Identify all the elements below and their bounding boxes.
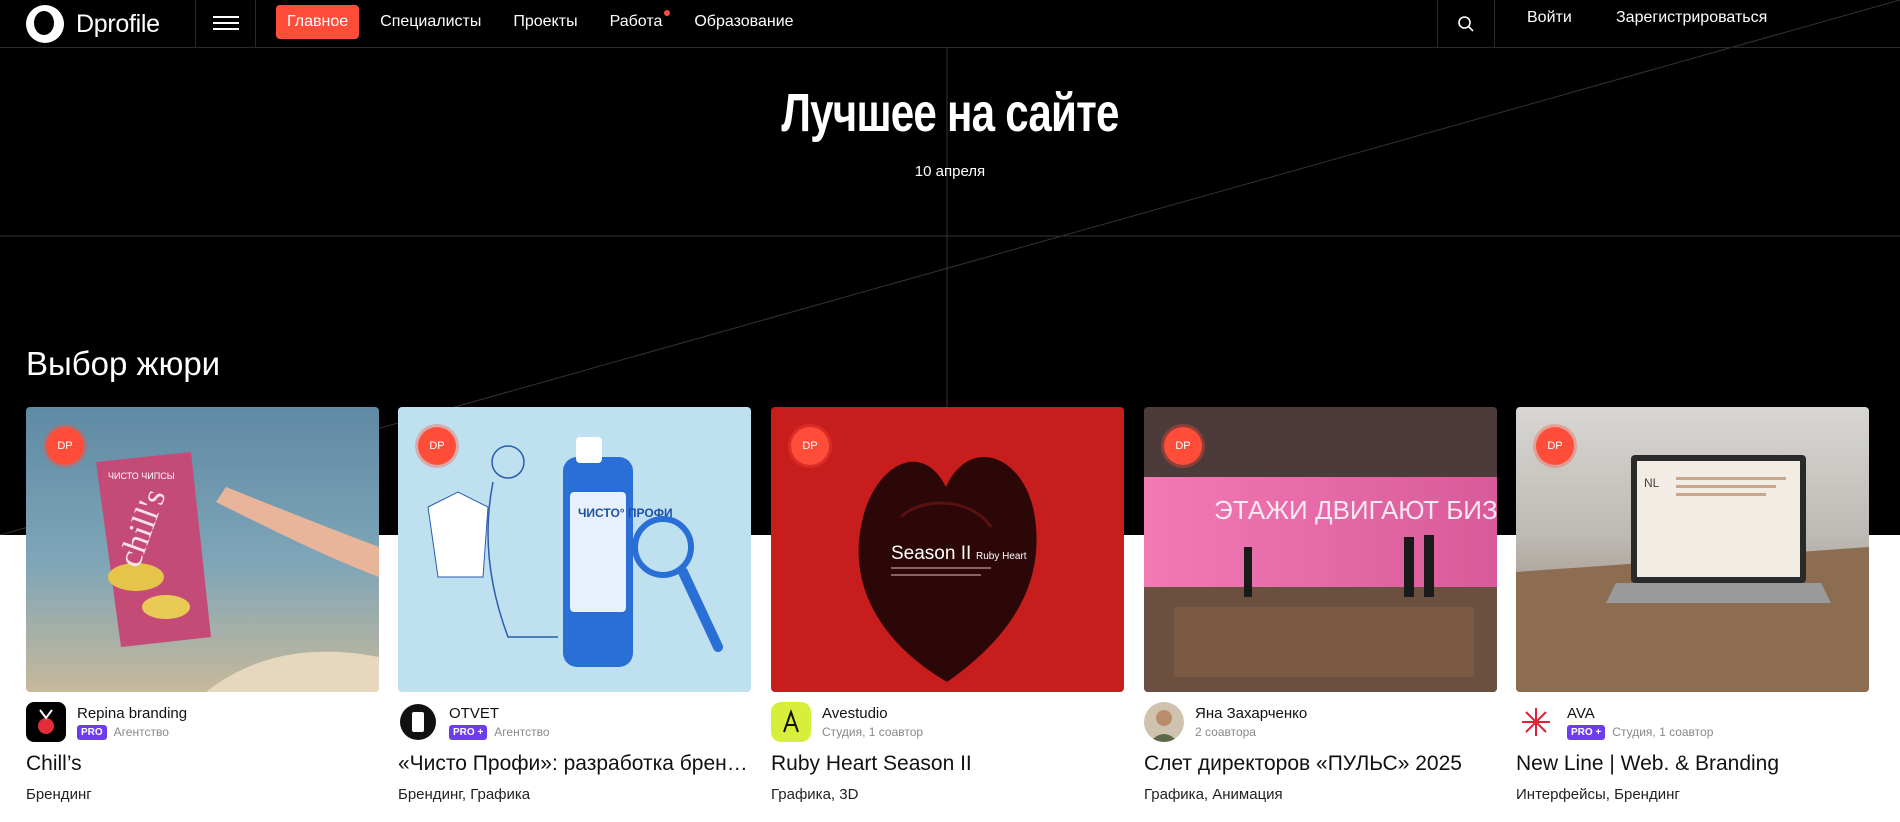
project-tags: Брендинг, Графика: [398, 786, 531, 803]
nav-item-projects[interactable]: Проекты: [502, 5, 588, 39]
project-tags: Брендинг: [26, 786, 92, 803]
nav-item-education[interactable]: Образование: [683, 5, 804, 39]
avestudio-logo-icon: [783, 708, 799, 733]
avatar: [1144, 702, 1184, 742]
logo-text: Dprofile: [76, 9, 160, 38]
page-title: Лучшее на сайте: [781, 83, 1119, 143]
project-title[interactable]: Слет директоров «ПУЛЬС» 2025: [1144, 752, 1497, 776]
author-meta: Студия, 1 соавтор: [1612, 725, 1714, 739]
project-card[interactable]: ЧИСТО° ПРОФИ DP OTVET PRO + Агентство «Чи…: [398, 407, 751, 803]
project-card[interactable]: ЭТАЖИ ДВИГАЮТ БИЗНЕС ВВЕРХ DP Яна Захарч…: [1144, 407, 1497, 803]
dp-badge: DP: [1164, 427, 1202, 465]
author-row[interactable]: AVA PRO + Студия, 1 соавтор: [1516, 702, 1869, 742]
logo-icon: [26, 5, 64, 43]
project-title[interactable]: «Чисто Профи»: разработка бренда для...: [398, 752, 751, 776]
search-icon: [1458, 16, 1474, 32]
pro-badge: PRO: [77, 724, 107, 740]
project-thumbnail[interactable]: ЭТАЖИ ДВИГАЮТ БИЗНЕС ВВЕРХ DP: [1144, 407, 1497, 692]
avatar: [1516, 702, 1556, 742]
nav-item-main[interactable]: Главное: [276, 5, 360, 39]
author-name[interactable]: Яна Захарченко: [1195, 705, 1307, 723]
project-tags: Графика, 3D: [771, 786, 859, 803]
svg-text:NL: NL: [1644, 476, 1660, 490]
pro-badge: PRO +: [449, 724, 488, 740]
main-menu: Главное Специалисты Проекты Работа Образ…: [276, 5, 815, 39]
author-row[interactable]: Яна Захарченко 2 соавтора: [1144, 702, 1497, 742]
search-button[interactable]: [1437, 0, 1495, 48]
dp-badge: DP: [46, 427, 84, 465]
cherry-logo-icon: [38, 709, 54, 734]
author-name[interactable]: OTVET: [449, 705, 550, 723]
project-title[interactable]: Chill’s: [26, 752, 379, 776]
project-title[interactable]: Ruby Heart Season II: [771, 752, 1124, 776]
logo[interactable]: Dprofile: [26, 0, 160, 48]
svg-text:Ruby Heart: Ruby Heart: [976, 551, 1027, 562]
otvet-logo-icon: [400, 704, 436, 740]
author-meta: Агентство: [494, 725, 550, 739]
author-meta: Студия, 1 соавтор: [822, 725, 924, 739]
project-card[interactable]: Season II Ruby Heart DP Avestudio Студия…: [771, 407, 1124, 803]
nav-item-specialists[interactable]: Специалисты: [369, 5, 492, 39]
top-navigation: Dprofile Главное Специалисты Проекты Раб…: [0, 0, 1900, 48]
author-meta: Агентство: [113, 725, 169, 739]
dp-badge: DP: [1536, 427, 1574, 465]
project-card[interactable]: NL DP AVA PRO + Студия, 1 соавтор New Lin…: [1516, 407, 1869, 803]
author-row[interactable]: Avestudio Студия, 1 соавтор: [771, 702, 1124, 742]
avatar: [398, 702, 438, 742]
nav-divider: [255, 0, 256, 48]
dp-badge: DP: [791, 427, 829, 465]
author-name[interactable]: Repina branding: [77, 705, 187, 723]
section-title: Выбор жюри: [26, 345, 221, 382]
nav-divider: [195, 0, 196, 48]
user-photo-icon: [1150, 710, 1178, 742]
avatar: [771, 702, 811, 742]
project-card[interactable]: chill's ЧИСТО ЧИПСЫ DP Repina branding P…: [26, 407, 379, 803]
project-thumbnail[interactable]: Season II Ruby Heart DP: [771, 407, 1124, 692]
avatar: [26, 702, 66, 742]
dp-badge: DP: [418, 427, 456, 465]
nav-item-jobs[interactable]: Работа: [599, 5, 674, 39]
star-logo-icon: [1522, 708, 1550, 736]
svg-text:ЧИСТО ЧИПСЫ: ЧИСТО ЧИПСЫ: [108, 471, 175, 481]
project-title[interactable]: New Line | Web. & Branding: [1516, 752, 1869, 776]
page-date: 10 апреля: [914, 163, 986, 180]
svg-text:Season II: Season II: [891, 543, 971, 564]
login-link[interactable]: Войти: [1527, 9, 1572, 27]
project-tags: Графика, Анимация: [1144, 786, 1283, 803]
author-name[interactable]: Avestudio: [822, 705, 923, 723]
project-thumbnail[interactable]: NL DP: [1516, 407, 1869, 692]
pro-badge: PRO +: [1567, 724, 1606, 740]
project-tags: Интерфейсы, Брендинг: [1516, 786, 1680, 803]
project-thumbnail[interactable]: chill's ЧИСТО ЧИПСЫ DP: [26, 407, 379, 692]
project-thumbnail[interactable]: ЧИСТО° ПРОФИ DP: [398, 407, 751, 692]
author-row[interactable]: OTVET PRO + Агентство: [398, 702, 751, 742]
register-link[interactable]: Зарегистрироваться: [1616, 9, 1767, 27]
hamburger-icon[interactable]: [213, 12, 239, 34]
author-name[interactable]: AVA: [1567, 705, 1713, 723]
notification-dot: [664, 10, 671, 16]
author-row[interactable]: Repina branding PRO Агентство: [26, 702, 379, 742]
svg-text:ЭТАЖИ ДВИГАЮТ БИЗНЕС ВВЕРХ: ЭТАЖИ ДВИГАЮТ БИЗНЕС ВВЕРХ: [1214, 495, 1497, 525]
author-meta: 2 соавтора: [1195, 725, 1256, 739]
